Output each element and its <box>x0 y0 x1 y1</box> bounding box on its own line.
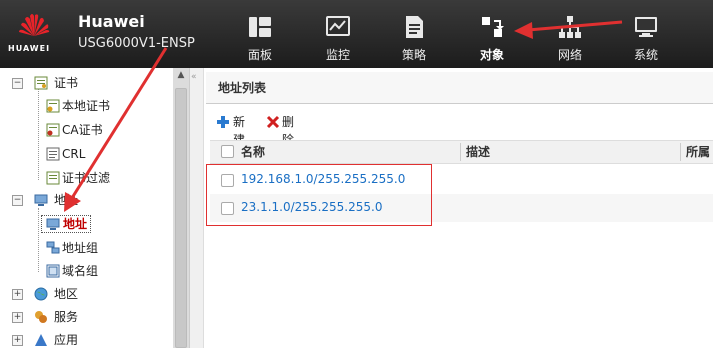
tree-label: 地址 <box>63 217 88 231</box>
huawei-logo <box>19 14 50 36</box>
column-owner-header[interactable]: 所属 <box>686 141 710 163</box>
nav-system[interactable]: 系统 <box>610 0 682 68</box>
nav-label: 系统 <box>633 48 658 62</box>
tree-node-region[interactable]: + 地区 <box>0 284 172 304</box>
certificate-icon <box>34 76 48 90</box>
tree-node-certificate-filter[interactable]: 证书过滤 <box>0 168 172 188</box>
tree-label: CRL <box>62 147 86 161</box>
monitor-icon <box>326 16 350 36</box>
collapse-panel-icon[interactable]: « <box>191 72 197 82</box>
tree-label: 地址组 <box>62 241 99 255</box>
object-icon <box>482 17 504 37</box>
tree-node-local-certificate[interactable]: 本地证书 <box>0 96 172 116</box>
address-icon <box>46 218 60 230</box>
policy-icon <box>406 16 423 38</box>
system-icon <box>635 17 657 37</box>
tree-label: 服务 <box>54 310 79 324</box>
tree-node-address-group[interactable]: 地址组 <box>0 238 172 258</box>
certificate-filter-icon <box>46 171 60 185</box>
brand-name: Huawei <box>78 12 145 31</box>
address-folder-icon <box>34 194 48 206</box>
tree-label: 证书 <box>54 76 79 90</box>
nav-label: 策略 <box>401 48 426 62</box>
tree-node-crl[interactable]: CRL <box>0 144 172 164</box>
tree-node-address[interactable]: 地址 <box>0 214 172 234</box>
column-divider[interactable] <box>460 143 461 161</box>
application-icon <box>35 334 47 346</box>
tree-label: CA证书 <box>62 123 103 137</box>
tree-node-address-folder[interactable]: − 地址 <box>0 190 172 210</box>
expand-icon[interactable]: + <box>12 335 23 346</box>
ca-certificate-icon <box>46 123 60 137</box>
column-divider[interactable] <box>680 143 681 161</box>
tree-label: 本地证书 <box>62 99 111 113</box>
tree-scrollbar-thumb[interactable] <box>175 88 187 348</box>
top-bar: HUAWEI Huawei USG6000V1-ENSP 面板 监控 策略 对象… <box>0 0 713 68</box>
nav-object[interactable]: 对象 <box>456 0 528 68</box>
tree-node-ca-certificate[interactable]: CA证书 <box>0 120 172 140</box>
add-icon <box>217 116 229 128</box>
dashboard-icon <box>249 17 271 37</box>
tree-label: 证书过滤 <box>62 171 111 185</box>
tree-node-domain-group[interactable]: 域名组 <box>0 261 172 281</box>
column-description-header[interactable]: 描述 <box>466 141 490 163</box>
service-icon <box>35 311 47 323</box>
nav-dashboard[interactable]: 面板 <box>224 0 296 68</box>
collapse-icon[interactable]: − <box>12 195 23 206</box>
nav-label: 监控 <box>325 48 350 62</box>
tree-node-certificate[interactable]: − 证书 <box>0 73 172 93</box>
expand-icon[interactable]: + <box>12 289 23 300</box>
tree-label: 地址 <box>54 193 79 207</box>
panel-title: 地址列表 <box>206 72 713 104</box>
tree-label: 应用 <box>54 333 79 347</box>
nav-label: 网络 <box>557 48 582 62</box>
expand-icon[interactable]: + <box>12 312 23 323</box>
column-name-header[interactable]: 名称 <box>241 141 265 163</box>
nav-network[interactable]: 网络 <box>534 0 606 68</box>
crl-icon <box>46 147 60 161</box>
scroll-up-arrow-icon[interactable]: ▲ <box>173 70 189 84</box>
nav-policy[interactable]: 策略 <box>378 0 450 68</box>
tree-node-application[interactable]: + 应用 <box>0 330 172 348</box>
address-group-icon <box>46 241 60 254</box>
device-model: USG6000V1-ENSP <box>78 36 195 51</box>
region-icon <box>34 287 48 301</box>
tree-label: 域名组 <box>62 264 99 278</box>
tree-label: 地区 <box>54 287 79 301</box>
table-header: 名称 描述 所属 <box>210 140 713 164</box>
domain-group-icon <box>46 264 60 278</box>
select-all-checkbox[interactable] <box>221 145 234 158</box>
network-icon <box>559 16 581 38</box>
tree-node-service[interactable]: + 服务 <box>0 307 172 327</box>
nav-label: 面板 <box>247 48 272 62</box>
logo-wordmark: HUAWEI <box>8 44 51 53</box>
collapse-icon[interactable]: − <box>12 78 23 89</box>
highlight-box <box>206 164 432 226</box>
delete-icon <box>266 115 280 129</box>
nav-label: 对象 <box>479 48 504 62</box>
nav-monitor[interactable]: 监控 <box>302 0 374 68</box>
panel-splitter[interactable] <box>190 68 204 348</box>
local-certificate-icon <box>46 99 60 113</box>
